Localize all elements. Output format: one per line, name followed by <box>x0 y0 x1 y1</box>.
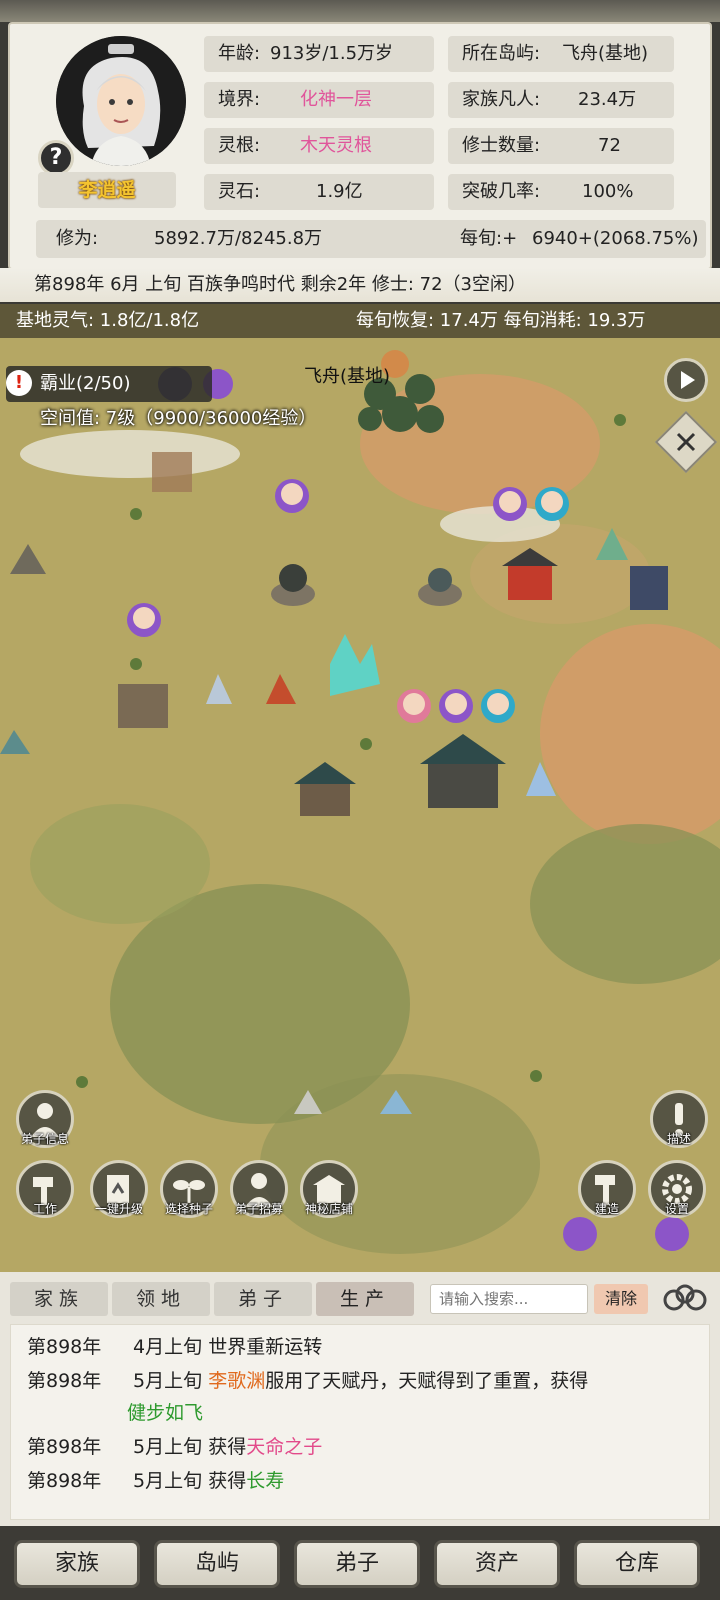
log-text: 服用了天赋丹，天赋得到了重置，获得 <box>265 1370 589 1392</box>
per-xun-value: 6940+(2068.75%) <box>532 228 699 249</box>
character-avatar[interactable] <box>56 36 186 166</box>
age-label: 年龄: <box>218 43 261 64</box>
era-status-line: 第898年 6月 上旬 百族争鸣时代 剩余2年 修士: 72（3空闲） <box>0 268 720 302</box>
base-map[interactable]: 基地灵气: 1.8亿/1.8亿 每旬恢复: 17.4万 每旬消耗: 19.3万 … <box>0 304 720 1272</box>
realm-stat: 境界: 化神一层 <box>204 82 434 118</box>
log-trait: 健步如飞 <box>127 1402 204 1424</box>
cultivators-stat: 修士数量: 72 <box>448 128 674 164</box>
disciple-info-label: 弟子信息 <box>20 1132 69 1146</box>
cultivators-value: 72 <box>598 135 621 156</box>
hegemony-label: 霸业(2/50) <box>40 373 131 394</box>
log-text: 获得 <box>208 1436 247 1458</box>
spirit-stones-label: 灵石: <box>218 181 261 202</box>
hegemony-quest[interactable]: ! 霸业(2/50) <box>6 366 212 402</box>
cloud-icon[interactable] <box>660 1282 710 1314</box>
spirit-root-label: 灵根: <box>218 135 261 156</box>
log-time: 5月上旬 <box>133 1370 203 1392</box>
event-log[interactable]: 第898年 4月上旬 世界重新运转 第898年 5月上旬 李歌渊服用了天赋丹，天… <box>10 1324 710 1520</box>
nav-warehouse[interactable]: 仓库 <box>574 1540 700 1588</box>
per-xun-label: 每旬:+ <box>460 228 518 249</box>
character-name: 李逍遥 <box>38 172 176 208</box>
play-button[interactable] <box>664 358 708 402</box>
log-time: 5月上旬 <box>133 1470 203 1492</box>
describe-label: 描述 <box>666 1132 691 1146</box>
log-year: 第898年 <box>27 1370 102 1392</box>
log-entry: 第898年 5月上旬 李歌渊服用了天赋丹，天赋得到了重置，获得 <box>27 1365 588 1397</box>
cultivation-value: 5892.7万/8245.8万 <box>154 228 323 249</box>
log-time: 4月上旬 <box>133 1336 203 1358</box>
log-entry: 第898年 5月上旬 获得天命之子 <box>27 1431 322 1463</box>
log-time: 5月上旬 <box>133 1436 203 1458</box>
help-icon[interactable]: ? <box>38 140 74 176</box>
mortals-stat: 家族凡人: 23.4万 <box>448 82 674 118</box>
breakthrough-value: 100% <box>582 181 634 202</box>
mystery-shop-label: 神秘店铺 <box>304 1202 353 1216</box>
island-value: 飞舟(基地) <box>562 43 649 64</box>
log-trait: 长寿 <box>246 1470 285 1492</box>
cultivation-label: 修为: <box>56 228 99 249</box>
cultivators-label: 修士数量: <box>462 135 541 156</box>
log-year: 第898年 <box>27 1470 102 1492</box>
nav-disciples[interactable]: 弟子 <box>294 1540 420 1588</box>
bottom-nav: 家族 岛屿 弟子 资产 仓库 <box>0 1526 720 1600</box>
realm-label: 境界: <box>218 89 261 110</box>
spirit-stones-value: 1.9亿 <box>316 181 363 202</box>
cultivation-bar: 修为: 5892.7万/8245.8万 每旬:+ 6940+(2068.75%) <box>36 220 706 258</box>
age-value: 913岁/1.5万岁 <box>270 43 394 64</box>
spirit-stones-stat: 灵石: 1.9亿 <box>204 174 434 210</box>
top-decor-strip <box>0 0 720 22</box>
spirit-root-stat: 灵根: 木天灵根 <box>204 128 434 164</box>
island-label: 所在岛屿: <box>462 43 541 64</box>
log-disciple-name[interactable]: 李歌渊 <box>208 1370 265 1392</box>
play-icon <box>681 371 695 389</box>
tab-disciples[interactable]: 弟子 <box>214 1282 312 1316</box>
search-input[interactable] <box>430 1284 588 1314</box>
location-title: 飞舟(基地) <box>304 366 391 387</box>
qi-rates: 每旬恢复: 17.4万 每旬消耗: 19.3万 <box>356 310 646 331</box>
mortals-value: 23.4万 <box>578 89 637 110</box>
log-trait: 天命之子 <box>246 1436 323 1458</box>
log-entry: 第898年 4月上旬 世界重新运转 <box>27 1331 322 1363</box>
clear-button[interactable]: 清除 <box>594 1284 648 1314</box>
profile-panel: ? 李逍遥 年龄: 913岁/1.5万岁 境界: 化神一层 灵根: 木天灵根 灵… <box>8 22 712 270</box>
space-level: 空间值: 7级（9900/36000经验） <box>40 408 317 429</box>
log-text: 世界重新运转 <box>208 1336 323 1358</box>
island-stat: 所在岛屿: 飞舟(基地) <box>448 36 674 72</box>
log-year: 第898年 <box>27 1436 102 1458</box>
log-text: 获得 <box>208 1470 247 1492</box>
settings-label: 设置 <box>664 1202 689 1216</box>
tab-production[interactable]: 生产 <box>316 1282 414 1316</box>
log-entry: 第898年 5月上旬 获得长寿 <box>27 1465 284 1497</box>
log-panel: 家族 领地 弟子 生产 清除 第898年 4月上旬 世界重新运转 第898年 5… <box>0 1272 720 1526</box>
warning-icon: ! <box>6 370 32 396</box>
log-year: 第898年 <box>27 1336 102 1358</box>
nav-island[interactable]: 岛屿 <box>154 1540 280 1588</box>
nav-assets[interactable]: 资产 <box>434 1540 560 1588</box>
spirit-root-value: 木天灵根 <box>300 135 372 156</box>
nav-family[interactable]: 家族 <box>14 1540 140 1588</box>
close-icon <box>676 432 696 452</box>
breakthrough-stat: 突破几率: 100% <box>448 174 674 210</box>
base-qi-bar: 基地灵气: 1.8亿/1.8亿 每旬恢复: 17.4万 每旬消耗: 19.3万 <box>0 304 720 338</box>
tab-family[interactable]: 家族 <box>10 1282 108 1316</box>
tab-territory[interactable]: 领地 <box>112 1282 210 1316</box>
base-qi-amount: 基地灵气: 1.8亿/1.8亿 <box>16 310 200 331</box>
mortals-label: 家族凡人: <box>462 89 541 110</box>
realm-value: 化神一层 <box>300 89 372 110</box>
breakthrough-label: 突破几率: <box>462 181 541 202</box>
map-terrain <box>0 304 720 1272</box>
age-stat: 年龄: 913岁/1.5万岁 <box>204 36 434 72</box>
